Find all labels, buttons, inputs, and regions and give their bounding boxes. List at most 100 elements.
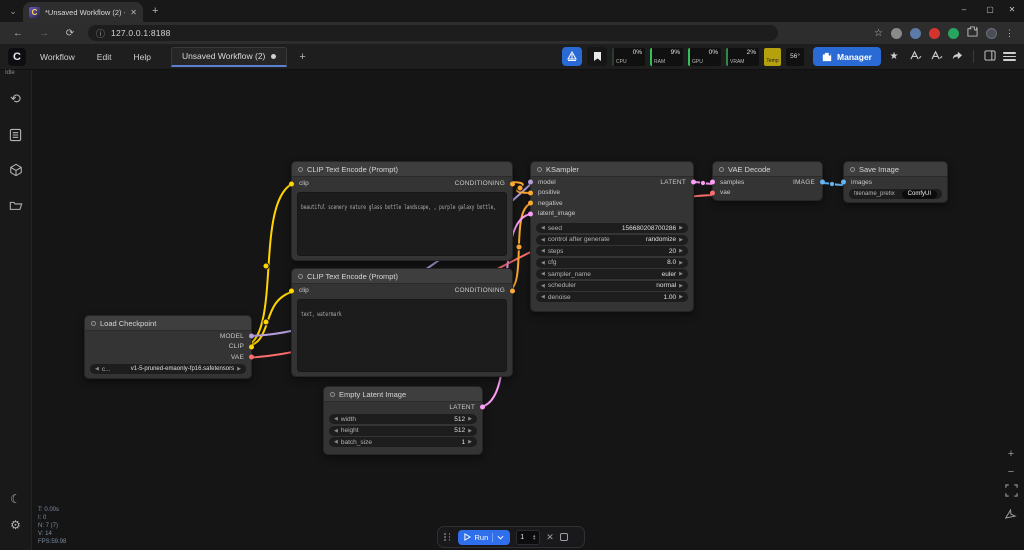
new-tab-button[interactable]: +	[152, 5, 158, 17]
a-arrow-up-icon[interactable]	[907, 50, 923, 64]
node-vae-decode[interactable]: VAE Decode samples IMAGE vae	[712, 161, 823, 201]
input-pin-negative[interactable]	[528, 201, 533, 206]
run-button[interactable]: Run	[458, 530, 511, 545]
hamburger-menu-icon[interactable]	[1003, 52, 1016, 61]
output-pin-vae[interactable]	[249, 355, 254, 360]
menu-help[interactable]: Help	[125, 52, 158, 62]
share-arrow-icon[interactable]	[949, 50, 965, 63]
collapse-dot[interactable]	[298, 274, 303, 279]
comfy-blue-logo-button[interactable]	[562, 47, 582, 66]
back-button[interactable]: ←	[10, 28, 26, 39]
output-pin-clip[interactable]	[249, 344, 254, 349]
collapse-dot[interactable]	[537, 167, 542, 172]
bookmark-star-icon[interactable]: ☆	[874, 28, 883, 39]
zoom-in-button[interactable]: +	[1004, 448, 1018, 460]
node-load-checkpoint[interactable]: Load Checkpoint MODEL CLIP VAE ◀c... v1-…	[84, 315, 252, 379]
output-pin-model[interactable]	[249, 334, 254, 339]
star-icon[interactable]: ★	[886, 51, 902, 62]
input-pin-clip[interactable]	[289, 288, 294, 293]
menu-workflow[interactable]: Workflow	[32, 52, 83, 62]
node-clip-text-encode-negative[interactable]: CLIP Text Encode (Prompt) clip CONDITION…	[291, 268, 513, 377]
history-icon[interactable]: ⟲	[0, 86, 32, 112]
steps-widget[interactable]: ◀steps20▶	[536, 246, 688, 256]
window-minimize-button[interactable]: –	[952, 0, 976, 20]
extension-icon-green[interactable]	[948, 28, 959, 39]
tab-search-chevron-icon[interactable]: ⌄	[6, 5, 20, 18]
prompt-textarea[interactable]: beautiful scenery nature glass bottle la…	[297, 192, 507, 256]
select-mode-button[interactable]	[1005, 508, 1017, 526]
clear-queue-icon[interactable]: ✕	[546, 532, 554, 543]
width-widget[interactable]: ◀width512▶	[329, 414, 477, 424]
node-header[interactable]: Empty Latent Image	[324, 387, 482, 402]
seed-widget[interactable]: ◀seed156680208700286▶	[536, 223, 688, 233]
ckpt-name-widget[interactable]: ◀c... v1-5-pruned-emaonly-fp16.safetenso…	[90, 364, 246, 374]
collapse-dot[interactable]	[298, 167, 303, 172]
profile-avatar[interactable]	[986, 28, 997, 39]
output-pin-conditioning[interactable]	[510, 288, 515, 293]
bookmark-button[interactable]	[587, 47, 607, 66]
extensions-puzzle-icon[interactable]	[967, 24, 978, 42]
browser-menu-icon[interactable]: ⋮	[1005, 28, 1014, 39]
workflows-folder-icon[interactable]	[0, 192, 32, 218]
scheduler-widget[interactable]: ◀schedulernormal▶	[536, 281, 688, 291]
stop-icon[interactable]	[560, 533, 568, 541]
batch-count-input[interactable]: 1 ▲▼	[516, 530, 540, 545]
count-steppers[interactable]: ▲▼	[532, 534, 536, 541]
node-empty-latent-image[interactable]: Empty Latent Image LATENT ◀width512▶ ◀he…	[323, 386, 483, 455]
collapse-dot[interactable]	[330, 392, 335, 397]
output-pin-latent[interactable]	[480, 405, 485, 410]
control-after-generate-widget[interactable]: ◀control after generaterandomize▶	[536, 235, 688, 245]
workflow-tab[interactable]: Unsaved Workflow (2)	[171, 47, 287, 67]
extension-icon-gray[interactable]	[891, 28, 902, 39]
tab-close-icon[interactable]: ✕	[130, 8, 137, 17]
filename-prefix-widget[interactable]: filename_prefix ComfyUI	[849, 189, 942, 199]
extension-icon-blue[interactable]	[910, 28, 921, 39]
collapse-dot[interactable]	[719, 167, 724, 172]
reload-button[interactable]: ⟳	[62, 28, 78, 39]
model-library-icon[interactable]	[0, 157, 32, 183]
comfyui-logo[interactable]: C	[8, 48, 26, 66]
drag-handle[interactable]	[444, 533, 452, 541]
collapse-dot[interactable]	[91, 321, 96, 326]
height-widget[interactable]: ◀height512▶	[329, 426, 477, 436]
settings-gear-icon[interactable]: ⚙	[0, 512, 32, 538]
new-workflow-button[interactable]: +	[293, 51, 311, 63]
node-ksampler[interactable]: KSampler model LATENT positive negative …	[530, 161, 694, 312]
input-pin-latent-image[interactable]	[528, 211, 533, 216]
forward-button[interactable]: →	[36, 28, 52, 39]
cfg-widget[interactable]: ◀cfg8.0▶	[536, 258, 688, 268]
window-maximize-button[interactable]: ▢	[978, 0, 1002, 20]
input-pin-model[interactable]	[528, 180, 533, 185]
input-pin-images[interactable]	[841, 180, 846, 185]
node-header[interactable]: CLIP Text Encode (Prompt)	[292, 162, 512, 177]
output-pin-latent[interactable]	[691, 180, 696, 185]
node-header[interactable]: KSampler	[531, 162, 693, 177]
input-pin-positive[interactable]	[528, 190, 533, 195]
fit-view-button[interactable]	[1005, 484, 1018, 502]
window-close-button[interactable]: ✕	[1000, 0, 1024, 20]
collapse-dot[interactable]	[850, 167, 855, 172]
prompt-textarea[interactable]: text, watermark	[297, 299, 507, 372]
browser-tab[interactable]: C *Unsaved Workflow (2) - Comfy ✕	[23, 2, 143, 22]
input-pin-clip[interactable]	[289, 181, 294, 186]
theme-toggle-moon-icon[interactable]: ☾	[0, 486, 32, 512]
input-pin-samples[interactable]	[710, 180, 715, 185]
node-header[interactable]: VAE Decode	[713, 162, 822, 177]
output-pin-image[interactable]	[820, 180, 825, 185]
a-arrow-down-icon[interactable]	[928, 50, 944, 64]
zoom-out-button[interactable]: −	[1004, 466, 1018, 478]
menu-edit[interactable]: Edit	[89, 52, 120, 62]
node-header[interactable]: Save Image	[844, 162, 947, 177]
output-pin-conditioning[interactable]	[510, 181, 515, 186]
sampler-name-widget[interactable]: ◀sampler_nameeuler▶	[536, 269, 688, 279]
node-library-icon[interactable]	[0, 122, 32, 148]
denoise-widget[interactable]: ◀denoise1.00▶	[536, 292, 688, 302]
node-save-image[interactable]: Save Image images filename_prefix ComfyU…	[843, 161, 948, 203]
batch-size-widget[interactable]: ◀batch_size1▶	[329, 437, 477, 447]
node-clip-text-encode-positive[interactable]: CLIP Text Encode (Prompt) clip CONDITION…	[291, 161, 513, 261]
node-header[interactable]: CLIP Text Encode (Prompt)	[292, 269, 512, 284]
input-pin-vae[interactable]	[710, 190, 715, 195]
node-header[interactable]: Load Checkpoint	[85, 316, 251, 331]
address-bar[interactable]: ⓘ 127.0.0.1:8188	[88, 25, 778, 41]
extension-icon-red[interactable]	[929, 28, 940, 39]
